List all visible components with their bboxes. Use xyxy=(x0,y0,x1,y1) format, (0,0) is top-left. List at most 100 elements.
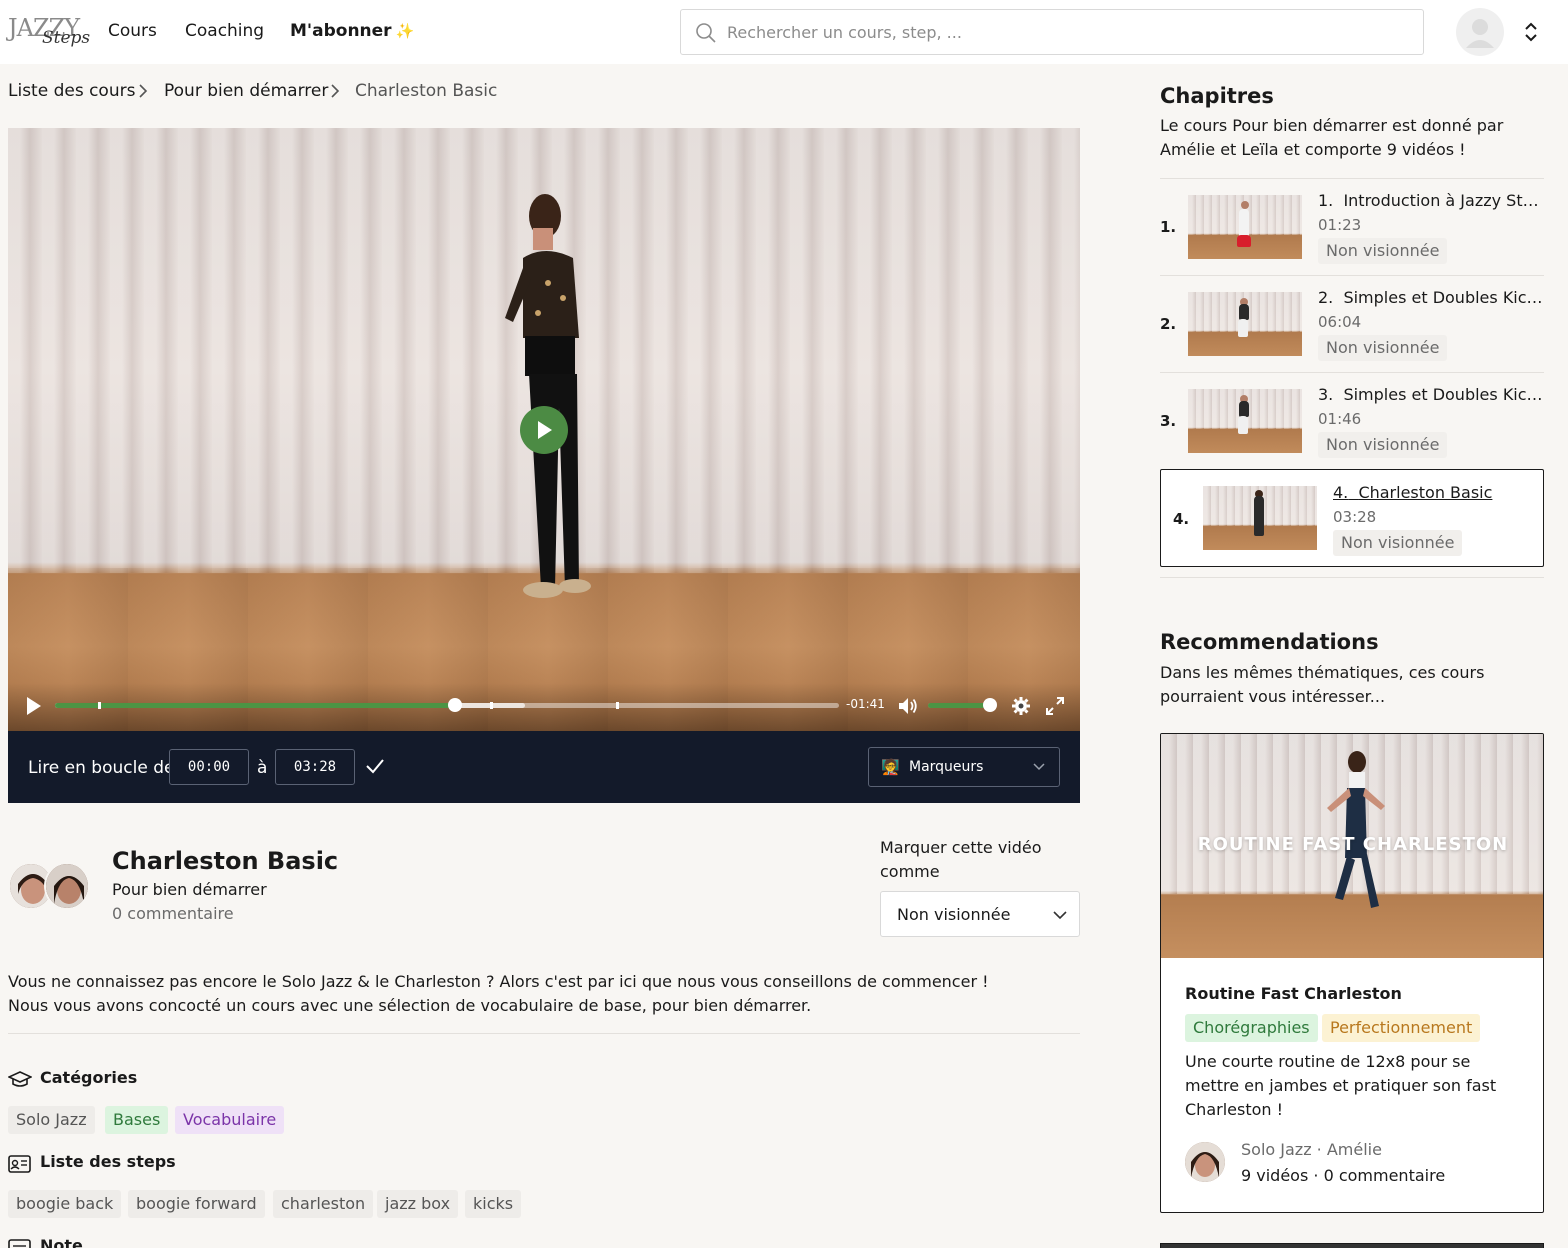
breadcrumb-course[interactable]: Pour bien démarrer xyxy=(164,81,328,101)
check-icon[interactable] xyxy=(364,755,386,777)
chapters-intro: Le cours Pour bien démarrer est donné pa… xyxy=(1160,116,1504,159)
chapter-thumbnail xyxy=(1203,486,1317,550)
recommendation-meta: Solo Jazz · Amélie xyxy=(1241,1140,1382,1159)
step-tags: boogie back boogie forward charleston ja… xyxy=(8,1190,608,1218)
chapter-item[interactable]: 3. 3. Simples et Doubles Kicks 2 01:46 N… xyxy=(1160,372,1544,468)
chapter-index: 1. xyxy=(1160,218,1177,236)
chapter-item[interactable]: 1. 1. Introduction à Jazzy Steps 01:23 N… xyxy=(1160,178,1544,274)
fullscreen-icon[interactable] xyxy=(1044,695,1066,717)
chapter-thumbnail xyxy=(1188,195,1302,259)
tag-step[interactable]: jazz box xyxy=(377,1190,459,1218)
chapters-heading: Chapitres xyxy=(1160,84,1274,108)
volume-handle[interactable] xyxy=(983,698,997,712)
tag-category[interactable]: Bases xyxy=(105,1106,169,1134)
search-icon xyxy=(696,23,716,43)
chapter-title: 4. Charleston Basic xyxy=(1333,483,1493,502)
nav-subscribe[interactable]: M'abonner ✨ xyxy=(290,21,414,41)
loop-start-input[interactable] xyxy=(169,749,249,785)
progress-marker[interactable] xyxy=(98,702,102,709)
teacher-emoji-icon: 🧑‍🏫 xyxy=(881,758,900,776)
play-button[interactable] xyxy=(520,406,568,454)
breadcrumb-courses[interactable]: Liste des cours xyxy=(8,81,135,101)
time-remaining: -01:41 xyxy=(846,697,885,711)
divider xyxy=(8,1033,1080,1034)
chapter-duration: 03:28 xyxy=(1333,508,1377,526)
progress-handle[interactable] xyxy=(447,698,462,712)
note-icon xyxy=(8,1239,31,1248)
recommendation-card[interactable] xyxy=(1160,1243,1544,1248)
tag-category[interactable]: Solo Jazz xyxy=(8,1106,95,1134)
divider xyxy=(1160,577,1544,578)
chapter-status-badge: Non visionnée xyxy=(1318,432,1448,458)
categories-heading: Catégories xyxy=(8,1068,308,1090)
chapter-status-badge: Non visionnée xyxy=(1333,530,1463,556)
recommendation-title: Routine Fast Charleston xyxy=(1185,984,1402,1003)
loop-bar: Lire en boucle de à 🧑‍🏫 Marqueurs xyxy=(8,731,1080,803)
lesson-title: Charleston Basic xyxy=(112,847,339,875)
chapter-item-active[interactable]: 4. 4. Charleston Basic 03:28 Non visionn… xyxy=(1160,469,1544,567)
dancer-figure xyxy=(1327,751,1385,908)
loop-separator: à xyxy=(257,758,268,778)
video-player[interactable]: -01:41 xyxy=(8,128,1080,731)
chapter-index: 3. xyxy=(1160,412,1177,430)
mark-status-select[interactable]: Non visionnée xyxy=(880,891,1080,937)
progress-marker[interactable] xyxy=(615,702,619,709)
chapter-title: 2. Simples et Doubles Kicks xyxy=(1318,288,1544,307)
chapter-thumbnail xyxy=(1188,292,1302,356)
chevron-right-icon xyxy=(139,84,148,98)
note-heading: Note xyxy=(8,1236,308,1248)
category-tags: Solo Jazz Bases Vocabulaire xyxy=(8,1106,608,1134)
progress-fill xyxy=(55,703,455,708)
sparkle-icon: ✨ xyxy=(395,22,415,40)
top-header: JAZZY Steps Cours Coaching M'abonner ✨ xyxy=(0,0,1568,64)
lesson-course[interactable]: Pour bien démarrer xyxy=(112,880,267,899)
recommendation-image-title: ROUTINE FAST CHARLESTON xyxy=(1197,834,1509,855)
dancer-figure xyxy=(505,194,591,598)
chapter-item[interactable]: 2. 2. Simples et Doubles Kicks 06:04 Non… xyxy=(1160,275,1544,371)
breadcrumb-current: Charleston Basic xyxy=(355,81,498,101)
settings-gear-icon[interactable] xyxy=(1010,695,1032,717)
user-placeholder-icon xyxy=(1466,19,1494,48)
nav-coaching[interactable]: Coaching xyxy=(185,21,264,41)
teacher-avatar xyxy=(1185,1142,1225,1182)
progress-marker[interactable] xyxy=(490,702,494,709)
recommendation-card[interactable]: ROUTINE FAST CHARLESTON Routine Fast Cha… xyxy=(1160,733,1544,1213)
markers-select[interactable]: 🧑‍🏫 Marqueurs xyxy=(868,747,1060,787)
tag-step[interactable]: charleston xyxy=(273,1190,374,1218)
nav-cours[interactable]: Cours xyxy=(108,21,157,41)
chevron-right-icon xyxy=(331,84,340,98)
tag-step[interactable]: boogie forward xyxy=(128,1190,265,1218)
recommendation-tag[interactable]: Chorégraphies xyxy=(1185,1014,1318,1042)
graduation-cap-icon xyxy=(8,1071,32,1087)
chapter-status-badge: Non visionnée xyxy=(1318,335,1448,361)
recommendation-thumbnail: ROUTINE FAST CHARLESTON xyxy=(1161,734,1543,958)
jazzy-steps-logo[interactable]: JAZZY Steps xyxy=(8,12,90,52)
tag-step[interactable]: boogie back xyxy=(8,1190,122,1218)
chapter-thumbnail xyxy=(1188,389,1302,453)
tag-step[interactable]: kicks xyxy=(465,1190,522,1218)
recommendation-tag[interactable]: Perfectionnement xyxy=(1322,1014,1481,1042)
loop-end-input[interactable] xyxy=(275,749,355,785)
teacher-avatar xyxy=(44,862,90,910)
volume-fill xyxy=(928,703,990,708)
chevron-down-icon xyxy=(1053,911,1067,920)
progress-bar[interactable] xyxy=(55,698,839,712)
user-avatar[interactable] xyxy=(1456,8,1504,56)
chapter-duration: 01:46 xyxy=(1318,410,1362,428)
chapter-duration: 06:04 xyxy=(1318,313,1362,331)
volume-icon[interactable] xyxy=(897,695,919,717)
volume-slider[interactable] xyxy=(928,698,997,712)
teacher-avatars xyxy=(8,862,90,910)
search-input[interactable] xyxy=(727,20,1407,44)
lesson-comments[interactable]: 0 commentaire xyxy=(112,904,234,923)
recommendation-description: Une courte routine de 12x8 pour se mettr… xyxy=(1185,1052,1497,1119)
search-box[interactable] xyxy=(680,9,1424,55)
tag-category[interactable]: Vocabulaire xyxy=(175,1106,285,1134)
chapter-duration: 01:23 xyxy=(1318,216,1362,234)
recommendations-intro: Dans les mêmes thématiques, ces cours po… xyxy=(1160,663,1485,706)
mark-as-label: Marquer cette vidéo comme xyxy=(880,838,1042,881)
chapter-status-badge: Non visionnée xyxy=(1318,238,1448,264)
lesson-description: Vous ne connaissez pas encore le Solo Ja… xyxy=(8,972,989,1015)
account-menu-chevron-icon[interactable] xyxy=(1522,20,1540,44)
play-toggle-icon[interactable] xyxy=(26,696,42,716)
